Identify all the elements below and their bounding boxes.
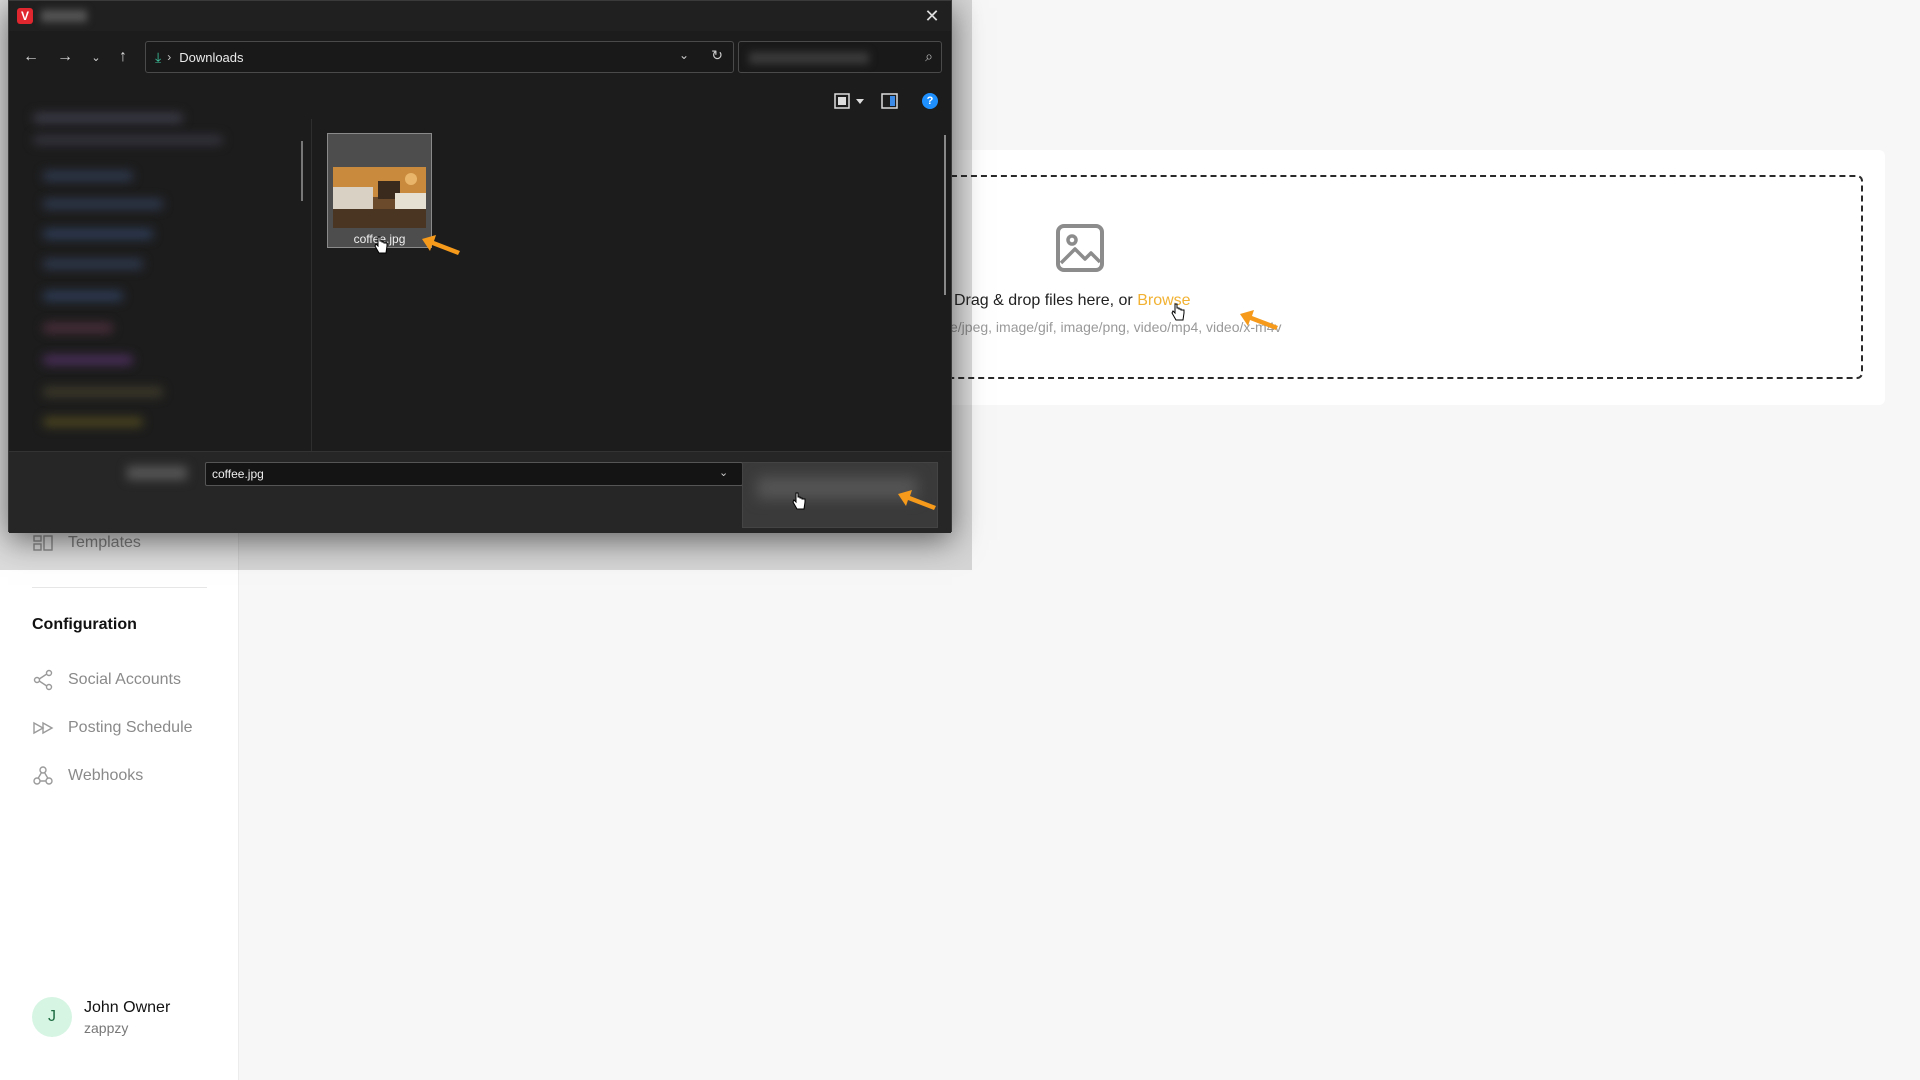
preview-pane-icon[interactable]: [881, 93, 899, 109]
sidebar-item-social-accounts[interactable]: Social Accounts: [32, 669, 181, 691]
annotation-arrow-icon: [422, 235, 460, 255]
close-button[interactable]: ✕: [917, 1, 947, 31]
address-bar[interactable]: ⤓ › Downloads ⌄ ↻: [145, 41, 734, 73]
up-folder-icon[interactable]: ↑: [111, 45, 135, 69]
dropzone-instructions: Drag & drop files here, or Browse: [954, 292, 1191, 310]
help-icon[interactable]: ?: [922, 93, 938, 109]
file-dropzone[interactable]: [935, 175, 1863, 379]
file-name-label-redacted: [127, 466, 187, 480]
hand-cursor-icon: [374, 236, 388, 254]
search-input[interactable]: ⌕: [738, 41, 942, 73]
refresh-icon[interactable]: ↻: [711, 47, 723, 64]
user-name: John Owner: [84, 998, 171, 1016]
search-placeholder-redacted: [749, 52, 869, 64]
sidebar-item-posting-schedule[interactable]: Posting Schedule: [32, 717, 193, 739]
annotation-arrow-icon: [1240, 310, 1278, 330]
download-folder-icon: ⤓: [155, 48, 162, 65]
avatar: J: [32, 997, 72, 1037]
breadcrumb-downloads[interactable]: Downloads: [179, 50, 243, 65]
recent-locations-icon[interactable]: ⌄: [84, 45, 108, 69]
file-open-dialog: V ✕ ← → ⌄ ↑ ⤓ › Downloads ⌄ ↻ ⌕ ? coffee…: [8, 0, 952, 533]
dialog-titlebar: V ✕: [9, 1, 951, 31]
hand-cursor-icon: [792, 492, 806, 510]
coffee-thumbnail: [333, 167, 426, 228]
search-icon: ⌕: [925, 48, 933, 64]
sidebar-divider: [32, 587, 207, 588]
sidebar-item-webhooks[interactable]: Webhooks: [32, 765, 143, 787]
user-profile[interactable]: J John Owner zappzy: [32, 997, 170, 1037]
sidebar-item-label: Social Accounts: [68, 671, 181, 688]
dialog-footer: ⌄: [9, 451, 951, 533]
view-mode-icon[interactable]: [834, 93, 852, 109]
user-workspace: zappzy: [84, 1019, 129, 1036]
address-dropdown-icon[interactable]: ⌄: [679, 48, 689, 62]
breadcrumb-chevron-icon: ›: [167, 50, 172, 64]
annotation-arrow-icon: [898, 490, 936, 510]
open-button-label-redacted: [757, 477, 917, 499]
file-list-scrollbar[interactable]: [944, 135, 946, 295]
navigation-pane-redacted[interactable]: [13, 95, 303, 451]
sidebar-item-label: Webhooks: [68, 767, 144, 784]
dialog-navigation-bar: ← → ⌄ ↑ ⤓ › Downloads ⌄ ↻ ⌕: [9, 37, 951, 77]
forward-icon[interactable]: →: [53, 45, 77, 69]
accepted-file-types: e/jpeg, image/gif, image/png, video/mp4,…: [950, 319, 1282, 335]
image-icon: [1056, 224, 1104, 272]
drop-text: Drag & drop files here, or: [954, 292, 1138, 309]
back-icon[interactable]: ←: [19, 45, 43, 69]
file-item-coffee[interactable]: coffee.jpg: [327, 133, 432, 248]
webhook-icon: [33, 766, 53, 785]
view-options-chevron-icon[interactable]: [855, 93, 865, 109]
navigation-scrollbar[interactable]: [301, 141, 303, 201]
file-name-dropdown-icon[interactable]: ⌄: [719, 466, 728, 479]
pane-divider[interactable]: [311, 119, 312, 451]
dialog-title-redacted: [41, 10, 87, 22]
fast-forward-icon: [33, 721, 54, 735]
sidebar-item-label: Posting Schedule: [68, 719, 193, 736]
hand-cursor-icon: [1171, 303, 1185, 321]
share-icon: [33, 669, 53, 691]
vivaldi-logo: V: [17, 8, 33, 24]
file-name-field[interactable]: [205, 462, 743, 486]
section-title-configuration: Configuration: [32, 616, 137, 633]
